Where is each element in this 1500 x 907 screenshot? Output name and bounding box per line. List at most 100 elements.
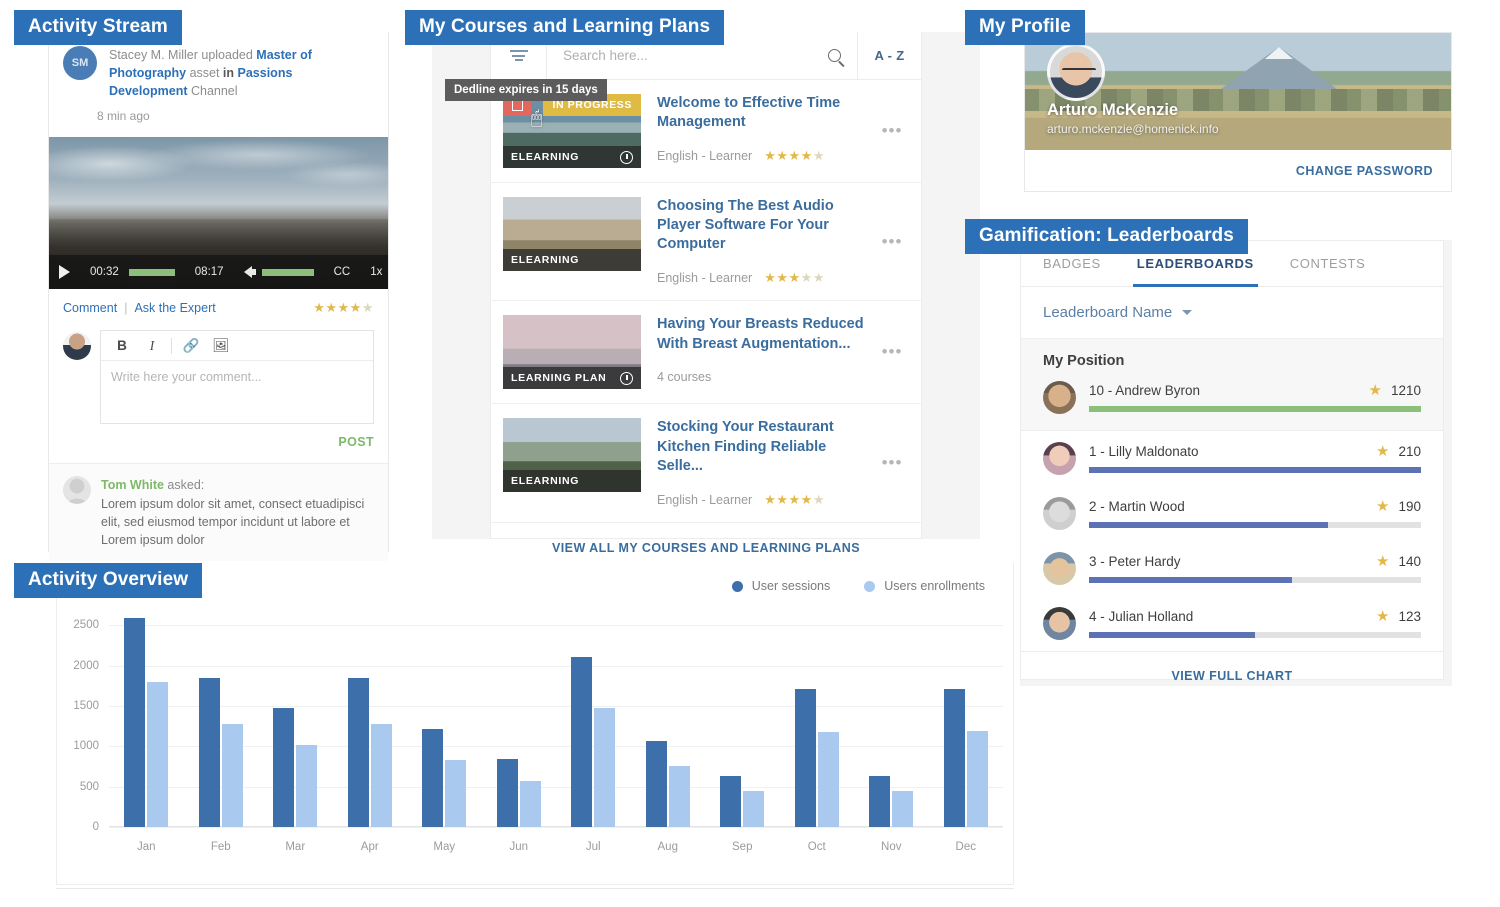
leaderboard-name: 3 - Peter Hardy [1089,554,1181,569]
question-item: Tom White asked: Lorem ipsum dolor sit a… [49,463,388,561]
leaderboard-select[interactable]: Leaderboard Name [1021,287,1443,339]
bold-icon[interactable]: B [107,338,137,353]
section-label-profile: My Profile [965,10,1085,45]
activity-rating[interactable]: ★★★★★ [313,300,374,316]
search-input[interactable]: Search here... [547,48,811,63]
my-position-title: My Position [1043,353,1421,369]
chart-y-tick-label: 1000 [57,740,99,752]
course-options-button[interactable]: ••• [879,94,905,168]
leaderboard-score: ★ 1210 [1369,381,1422,399]
chart-bar [869,776,890,827]
speaker-icon [244,266,252,278]
avatar [1043,381,1076,414]
course-title[interactable]: Welcome to Effective Time Management [657,94,871,132]
volume-bar[interactable] [262,269,314,276]
leaderboard-progress-bar [1089,406,1421,412]
comment-link[interactable]: Comment [63,301,117,315]
leaderboard-score-value: 210 [1398,444,1421,459]
tab-contests[interactable]: CONTESTS [1290,241,1366,286]
leaderboard-row[interactable]: 1 - Lilly Maldonato ★ 210 [1021,431,1443,486]
chart-bar [520,781,541,827]
profile-cover-image: Arturo McKenzie arturo.mckenzie@homenick… [1025,33,1451,150]
playback-speed-button[interactable]: 1x [360,255,388,289]
chart-bar [967,731,988,827]
chart-bar-group [333,605,408,827]
view-all-courses-link[interactable]: VIEW ALL MY COURSES AND LEARNING PLANS [552,541,860,555]
comment-input[interactable]: Write here your comment... [101,361,373,423]
sort-az-button[interactable]: A - Z [857,32,921,79]
course-row[interactable]: LEARNING PLAN Having Your Breasts Reduce… [491,301,921,404]
activity-asset-suffix: asset [186,66,223,80]
post-button[interactable]: POST [338,435,374,449]
leaderboard-panel: BADGES LEADERBOARDS CONTESTS Leaderboard… [1020,240,1444,680]
leaderboard-name: 1 - Lilly Maldonato [1089,444,1199,459]
leaderboard-row[interactable]: 2 - Martin Wood ★ 190 [1021,486,1443,541]
chart-bar [892,791,913,827]
chart-x-tick-label: Sep [705,841,780,853]
italic-icon[interactable]: I [137,338,167,354]
course-options-button[interactable]: ••• [879,418,905,507]
leaderboard-row[interactable]: 4 - Julian Holland ★ 123 [1021,596,1443,651]
question-asked-label: asked: [164,478,204,492]
course-row[interactable]: ELEARNING Stocking Your Restaurant Kitch… [491,404,921,522]
progress-bar[interactable] [129,269,175,276]
change-password-link[interactable]: CHANGE PASSWORD [1296,164,1433,178]
avatar [63,476,91,504]
course-options-button[interactable]: ••• [879,315,905,389]
video-player[interactable]: 00:32 08:17 CC 1x [49,137,388,289]
chart-x-tick-label: Jun [482,841,557,853]
ask-expert-link[interactable]: Ask the Expert [134,301,215,315]
chart-x-tick-label: Feb [184,841,259,853]
question-author[interactable]: Tom White [101,478,164,492]
activity-in-word: in [223,66,238,80]
leaderboard-score: ★ 210 [1376,442,1421,460]
leaderboard-row[interactable]: 3 - Peter Hardy ★ 140 [1021,541,1443,596]
activity-author: Stacey M. Miller [109,48,198,62]
cc-button[interactable]: CC [324,255,361,289]
star-icon: ★ [1369,381,1382,399]
chart-x-tick-label: Aug [631,841,706,853]
course-language: English - Learner [657,493,752,507]
course-options-button[interactable]: ••• [879,197,905,286]
course-rating: ★★★★★ [764,148,825,164]
chart-x-tick-label: Oct [780,841,855,853]
leaderboard-row[interactable]: 10 - Andrew Byron ★ 1210 [1043,381,1421,414]
avatar [1043,607,1076,640]
course-info: Stocking Your Restaurant Kitchen Finding… [641,418,879,507]
course-title[interactable]: Having Your Breasts Reduced With Breast … [657,315,871,353]
chart-bar [348,678,369,827]
chart-bar-group [258,605,333,827]
view-full-chart-link[interactable]: VIEW FULL CHART [1171,669,1292,683]
avatar [1043,552,1076,585]
chart-x-tick-label: May [407,841,482,853]
play-button[interactable] [49,255,80,289]
post-row: POST [49,424,388,463]
star-icon: ★ [1376,607,1389,625]
chart-bar-group [184,605,259,827]
image-icon[interactable]: 🖼 [206,338,236,354]
chart-x-axis: JanFebMarAprMayJunJulAugSepOctNovDec [109,841,1003,853]
leaderboard-score: ★ 140 [1376,552,1421,570]
course-row[interactable]: ELEARNING Choosing The Best Audio Player… [491,183,921,301]
chart-bar [944,689,965,827]
search-button[interactable] [811,49,857,62]
avatar [1043,497,1076,530]
course-type-badge: ELEARNING [503,470,641,492]
course-title[interactable]: Choosing The Best Audio Player Software … [657,197,871,254]
profile-avatar[interactable] [1047,43,1105,101]
play-icon [59,265,70,279]
dashboard-page: Activity Stream SM Stacey M. Miller uplo… [0,0,1500,907]
course-language: English - Learner [657,149,752,163]
chart-bar-group [109,605,184,827]
legend-item-user-sessions: User sessions [732,579,831,593]
volume-control[interactable] [234,255,324,289]
course-rating: ★★★★★ [764,270,825,286]
link-icon[interactable]: 🔗 [176,338,206,354]
leaderboard-row-body: 10 - Andrew Byron ★ 1210 [1089,381,1421,412]
course-title[interactable]: Stocking Your Restaurant Kitchen Finding… [657,418,871,475]
chart-x-tick-label: Apr [333,841,408,853]
chart-bar [795,689,816,827]
profile-name: Arturo McKenzie [1047,101,1178,120]
course-thumbnail: LEARNING PLAN [503,315,641,389]
chart-bar [720,776,741,827]
